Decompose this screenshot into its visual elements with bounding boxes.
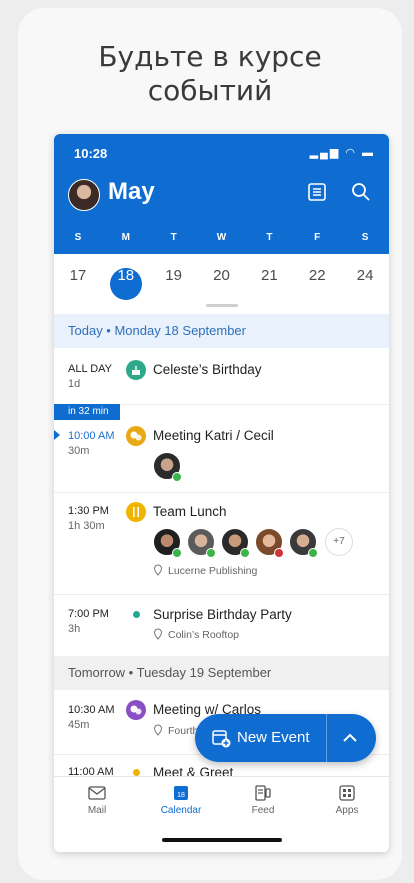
event-location: Lucerne Publishing: [168, 565, 258, 577]
event-time: 1:30 PM: [68, 505, 109, 517]
weekday-label: W: [216, 232, 227, 243]
location-pin-icon: [153, 564, 163, 576]
date-cell[interactable]: 24: [341, 254, 389, 314]
event-time: 10:30 AM: [68, 704, 115, 716]
month-title[interactable]: May: [108, 178, 155, 206]
event-title: Meeting Katri / Cecil: [153, 428, 274, 443]
event-title: Surprise Birthday Party: [153, 607, 292, 622]
date-cell[interactable]: 21: [245, 254, 293, 314]
chat-icon: [126, 426, 146, 446]
fab-divider: [326, 714, 327, 762]
new-event-button[interactable]: New Event: [195, 714, 376, 762]
selected-date-label: 18: [117, 267, 135, 284]
phone-screen: 10:28 ▂▄▆ ◠ ▬ May S M T W T F S 17 18 19…: [54, 134, 389, 852]
date-cell[interactable]: 19: [150, 254, 198, 314]
event-color-dot: [133, 611, 140, 618]
tab-label: Feed: [251, 805, 275, 816]
location-pin-icon: [153, 628, 163, 640]
home-indicator[interactable]: [162, 838, 282, 842]
tab-calendar[interactable]: 18 Calendar: [151, 785, 211, 816]
accepted-badge: [206, 548, 216, 558]
tab-label: Calendar: [160, 805, 202, 816]
event-duration: 30m: [68, 445, 90, 457]
weekday-label: T: [266, 232, 273, 243]
calendar-header: 10:28 ▂▄▆ ◠ ▬ May S M T W T F S: [54, 134, 389, 254]
weekday-label: F: [314, 232, 321, 243]
calendar-icon-date: 18: [177, 792, 185, 799]
event-duration: 1h 30m: [68, 520, 105, 532]
event-row[interactable]: 1:30 PM 1h 30m Team Lunch +7 Lucerne Pub…: [54, 492, 389, 595]
accepted-badge: [308, 548, 318, 558]
tab-feed[interactable]: Feed: [233, 785, 293, 816]
apps-icon: [339, 785, 355, 801]
headline-line-1: Будьте в курсе: [98, 40, 322, 73]
weekday-label: S: [361, 232, 369, 243]
cake-icon: [126, 360, 146, 380]
status-time: 10:28: [74, 146, 108, 161]
now-indicator: in 32 min: [54, 404, 120, 420]
status-icons: ▂▄▆ ◠ ▬: [309, 147, 375, 159]
event-row[interactable]: ALL DAY 1d Celeste’s Birthday: [54, 348, 389, 405]
weekday-label: S: [74, 232, 82, 243]
location-pin-icon: [153, 724, 163, 736]
declined-badge: [274, 548, 284, 558]
event-duration: 3h: [68, 623, 81, 635]
event-duration: 45m: [68, 719, 90, 731]
event-duration: 1d: [68, 378, 81, 390]
date-cell-selected[interactable]: 18: [102, 254, 150, 314]
event-row[interactable]: 7:00 PM 3h Surprise Birthday Party Colin…: [54, 594, 389, 657]
chevron-up-icon[interactable]: [341, 730, 359, 746]
accepted-badge: [172, 548, 182, 558]
feed-icon: [255, 785, 271, 801]
tab-label: Apps: [335, 805, 359, 816]
weekday-label: T: [170, 232, 177, 243]
new-event-label: New Event: [237, 729, 310, 746]
date-cell[interactable]: 22: [293, 254, 341, 314]
date-cell[interactable]: 17: [54, 254, 102, 314]
event-title: Team Lunch: [153, 504, 227, 519]
event-location: Colin’s Rooftop: [168, 629, 240, 641]
tab-mail[interactable]: Mail: [67, 785, 127, 816]
tomorrow-section-header: Tomorrow • Tuesday 19 September: [54, 656, 389, 690]
account-avatar[interactable]: [68, 179, 100, 211]
chat-icon: [126, 700, 146, 720]
event-color-dot: [133, 769, 140, 776]
tab-label: Mail: [87, 805, 107, 816]
calendar-icon: 18: [174, 786, 188, 800]
today-section-header: Today • Monday 18 September: [54, 314, 389, 348]
event-row[interactable]: 10:00 AM 30m Meeting Katri / Cecil: [54, 420, 389, 493]
event-time: 10:00 AM: [68, 430, 115, 442]
utensils-icon: [126, 502, 146, 522]
tab-apps[interactable]: Apps: [317, 785, 377, 816]
mail-icon: [88, 786, 106, 800]
weekday-row: S M T W T F S: [54, 232, 389, 243]
search-icon[interactable]: [350, 181, 372, 203]
promo-headline: Будьте в курсе событий: [18, 40, 402, 108]
accepted-badge: [240, 548, 250, 558]
expand-handle[interactable]: [206, 304, 238, 307]
event-time: 7:00 PM: [68, 608, 109, 620]
event-title: Celeste’s Birthday: [153, 362, 262, 377]
calendar-add-icon: [212, 730, 231, 748]
weekday-label: M: [121, 232, 130, 243]
headline-line-2: событий: [147, 74, 273, 107]
event-time: ALL DAY: [68, 363, 113, 375]
list-icon[interactable]: [306, 181, 328, 203]
more-attendees[interactable]: +7: [325, 528, 353, 556]
accepted-badge: [172, 472, 182, 482]
